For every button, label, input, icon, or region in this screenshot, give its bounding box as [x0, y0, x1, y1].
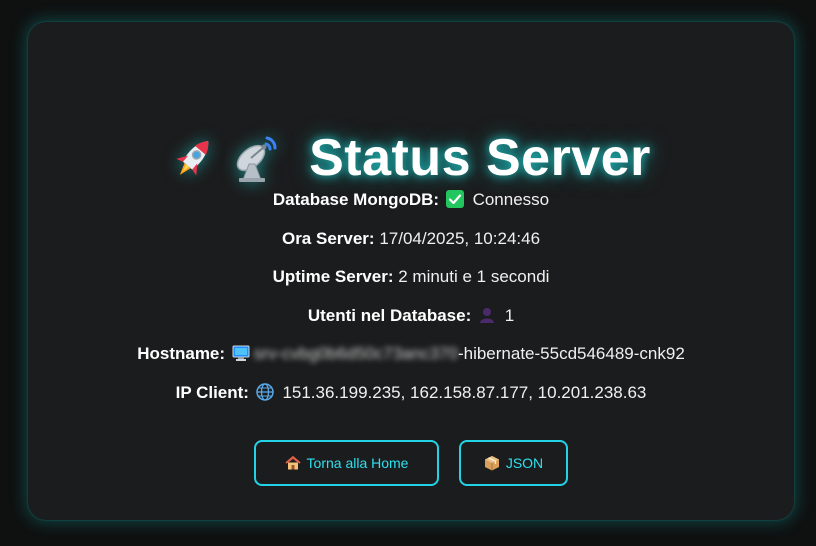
uptime-row: Uptime Server: 2 minuti e 1 secondi [28, 265, 794, 289]
ip-client-label: IP Client: [175, 383, 249, 402]
users-row: Utenti nel Database: 1 [28, 304, 794, 328]
database-label: Database MongoDB: [272, 190, 440, 209]
globe-icon [255, 383, 274, 401]
uptime-label: Uptime Server: [272, 267, 394, 286]
users-label: Utenti nel Database: [307, 306, 472, 325]
database-status-row: Database MongoDB: Connesso [28, 188, 794, 212]
server-time-value: 17/04/2025, 10:24:46 [379, 229, 541, 248]
computer-icon [232, 344, 250, 362]
ip-client-value: 151.36.199.235, 162.158.87.177, 10.201.2… [282, 383, 647, 402]
title-row: Status Server [28, 126, 794, 190]
server-time-row: Ora Server: 17/04/2025, 10:24:46 [28, 227, 794, 251]
check-mark-icon [445, 190, 464, 208]
rocket-icon [171, 132, 217, 184]
users-count: 1 [504, 306, 515, 325]
hostname-value: -hibernate-55cd546489-cnk92 [457, 344, 685, 363]
user-silhouette-icon [478, 306, 496, 324]
uptime-value: 2 minuti e 1 secondi [398, 267, 550, 286]
house-icon [284, 455, 301, 471]
satellite-dish-icon [231, 132, 277, 184]
hostname-row: Hostname: srv-cvbg0b6d50c73anc370-hibern… [28, 342, 794, 366]
hostname-redacted: srv-cvbg0b6d50c73anc370 [253, 344, 458, 363]
package-icon [484, 455, 500, 471]
json-button[interactable]: JSON [459, 440, 568, 486]
ip-client-row: IP Client: 151.36.199.235, 162.158.87.17… [28, 381, 794, 405]
hostname-label: Hostname: [137, 344, 226, 363]
home-button-label: Torna alla Home [306, 455, 409, 471]
home-button[interactable]: Torna alla Home [254, 440, 439, 486]
json-button-label: JSON [505, 455, 544, 471]
server-time-label: Ora Server: [281, 229, 375, 248]
database-status-value: Connesso [472, 190, 550, 209]
page-title: Status Server [309, 129, 651, 187]
